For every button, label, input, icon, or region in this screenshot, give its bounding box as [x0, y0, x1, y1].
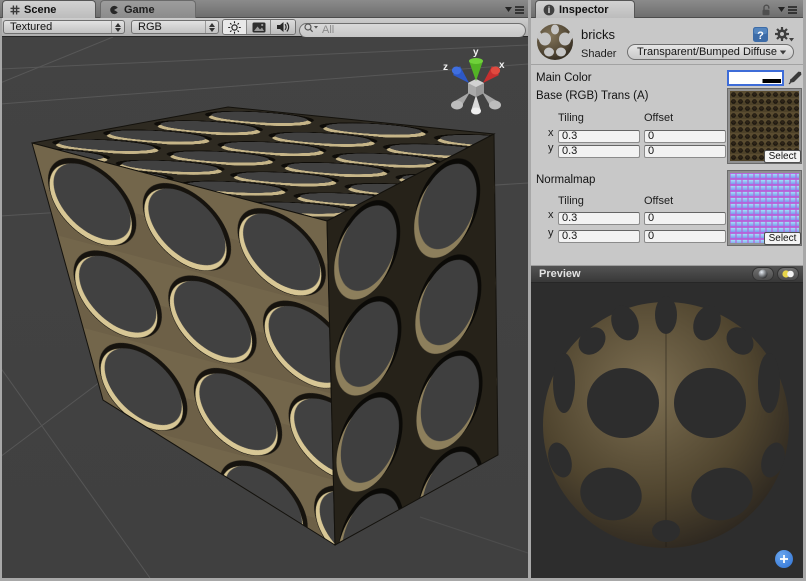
- shader-label: Shader: [581, 48, 616, 60]
- base-texture-thumbnail[interactable]: Select: [728, 89, 801, 163]
- scene-search: [299, 20, 526, 35]
- tab-scene-label: Scene: [24, 4, 56, 16]
- shader-dropdown[interactable]: Transparent/Bumped Diffuse: [627, 44, 794, 60]
- render-mode-arrows-icon: [111, 21, 121, 33]
- normal-tiling-label: Tiling: [558, 195, 584, 207]
- tab-inspector[interactable]: i Inspector: [535, 0, 635, 18]
- audio-toggle-button[interactable]: [271, 20, 295, 34]
- left-frame: [0, 18, 2, 578]
- scene-tab-strip: Scene Game: [0, 0, 528, 18]
- preview-zoom-button[interactable]: [775, 550, 793, 568]
- render-mode-dropdown[interactable]: Textured: [3, 20, 125, 34]
- tab-game-label: Game: [124, 4, 155, 16]
- render-mode-value: Textured: [10, 21, 107, 33]
- skybox-toggle-button[interactable]: [247, 20, 271, 34]
- svg-text:i: i: [548, 5, 551, 15]
- shader-dropdown-caret-icon: [780, 50, 786, 54]
- scene-search-input[interactable]: [299, 23, 526, 38]
- shader-value: Transparent/Bumped Diffuse: [637, 46, 779, 58]
- main-color-label: Main Color: [536, 72, 592, 84]
- normalmap-thumbnail[interactable]: Select: [728, 171, 801, 245]
- svg-text:?: ?: [757, 30, 764, 42]
- lock-icon[interactable]: [760, 4, 772, 16]
- scene-panel-menu-icon[interactable]: [504, 5, 525, 15]
- gizmo-x-label[interactable]: x: [499, 60, 505, 71]
- main-color-alpha-bar: [730, 79, 781, 83]
- audio-icon: [276, 21, 290, 33]
- gizmo-z-label[interactable]: z: [443, 62, 448, 73]
- scene-view-toggles: [222, 19, 296, 35]
- normalmap-select-button[interactable]: Select: [764, 232, 801, 245]
- base-tiling-y-input[interactable]: [558, 145, 640, 158]
- info-icon: i: [543, 4, 555, 16]
- base-texture-select-button[interactable]: Select: [764, 150, 801, 163]
- inspector-panel-menu-icon[interactable]: [777, 5, 798, 15]
- search-icon: [304, 23, 319, 33]
- preview-sphere-render: [531, 283, 803, 578]
- sun-icon: [228, 21, 241, 34]
- help-icon[interactable]: ?: [752, 26, 769, 43]
- inspector-body: bricks ? Shader Transparent/Bumped Diffu…: [531, 18, 803, 265]
- gear-icon[interactable]: [774, 26, 794, 43]
- sphere-icon: [758, 269, 768, 279]
- scene-viewport[interactable]: y x z: [0, 37, 528, 578]
- plus-icon: [779, 554, 789, 564]
- lighting-toggle-button[interactable]: [223, 20, 247, 34]
- tab-inspector-label: Inspector: [559, 4, 609, 16]
- preview-title: Preview: [539, 268, 752, 280]
- unity-editor-window: Scene Game Textured RGB: [0, 0, 806, 581]
- base-offset-label: Offset: [644, 112, 673, 124]
- game-icon: [108, 4, 120, 16]
- material-name: bricks: [581, 27, 615, 42]
- material-thumbnail[interactable]: [536, 23, 574, 61]
- inspector-tab-strip: i Inspector: [531, 0, 803, 18]
- main-color-swatch[interactable]: [727, 70, 784, 86]
- base-y-label: y: [548, 142, 554, 154]
- normal-offset-y-input[interactable]: [644, 230, 726, 243]
- base-map-label: Base (RGB) Trans (A): [536, 90, 648, 102]
- eyedropper-icon[interactable]: [788, 71, 802, 85]
- preview-lighting-button[interactable]: [777, 267, 799, 281]
- normal-x-label: x: [548, 209, 554, 221]
- channel-dropdown[interactable]: RGB: [131, 20, 219, 34]
- base-tiling-label: Tiling: [558, 112, 584, 124]
- tab-game[interactable]: Game: [100, 0, 196, 18]
- base-offset-y-input[interactable]: [644, 145, 726, 158]
- normal-tiling-y-input[interactable]: [558, 230, 640, 243]
- normal-y-label: y: [548, 227, 554, 239]
- channel-arrows-icon: [205, 21, 215, 33]
- two-lights-icon: [781, 269, 795, 279]
- normal-tiling-x-input[interactable]: [558, 212, 640, 225]
- normal-offset-label: Offset: [644, 195, 673, 207]
- image-icon: [252, 22, 266, 33]
- tab-scene[interactable]: Scene: [2, 0, 96, 18]
- scene-grid-icon: [10, 5, 20, 15]
- gizmo-y-label[interactable]: y: [473, 47, 479, 58]
- preview-area[interactable]: [531, 283, 803, 578]
- normalmap-label: Normalmap: [536, 174, 595, 186]
- scene-toolbar: Textured RGB: [0, 18, 528, 37]
- gear-dropdown-arrow-icon: [789, 38, 794, 42]
- preview-sphere-button[interactable]: [752, 267, 774, 281]
- base-x-label: x: [548, 127, 554, 139]
- preview-header[interactable]: Preview: [531, 265, 803, 283]
- normal-offset-x-input[interactable]: [644, 212, 726, 225]
- header-divider: [531, 64, 803, 65]
- channel-value: RGB: [138, 21, 201, 33]
